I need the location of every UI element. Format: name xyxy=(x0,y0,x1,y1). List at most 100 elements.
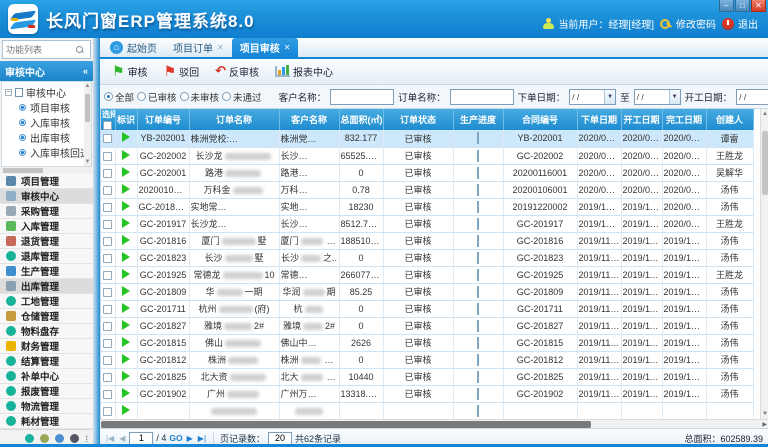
tree-expander-icon[interactable]: − xyxy=(5,89,12,96)
page-size-input[interactable] xyxy=(268,432,292,445)
column-header[interactable]: 生产进度 xyxy=(453,109,503,130)
grid-vertical-scrollbar[interactable]: ▲▼ xyxy=(760,109,768,419)
row-checkbox[interactable] xyxy=(103,152,112,161)
minimize-button[interactable]: – xyxy=(719,0,734,12)
sidebar-group-item[interactable]: 物流管理 xyxy=(0,399,93,414)
function-search-input[interactable] xyxy=(6,45,76,55)
tree-vertical-scrollbar[interactable]: ▲▼ xyxy=(84,82,91,166)
filter-radio[interactable]: 未审核 xyxy=(180,90,220,104)
column-header[interactable]: 订单编号 xyxy=(137,109,189,130)
sidebar-group-item[interactable]: 审核中心 xyxy=(0,189,93,204)
column-header[interactable]: 标识 xyxy=(115,109,137,130)
table-row[interactable]: GC-201917 长沙龙2# 长沙天.. 8512.78600.. 已审核 G… xyxy=(101,215,753,232)
go-button[interactable]: GO xyxy=(169,433,182,443)
close-tab-icon[interactable]: ✕ xyxy=(284,43,291,52)
tree-item[interactable]: 项目审核 xyxy=(5,100,91,115)
filter-radio[interactable]: 未通过 xyxy=(222,90,262,104)
person-icon[interactable] xyxy=(70,434,79,443)
table-row[interactable]: GC-201812 株洲 株洲未来 0 已审核 GC-201812 2019/1… xyxy=(101,351,753,368)
close-tab-icon[interactable]: ✕ xyxy=(217,43,224,52)
column-header[interactable]: 完工日期 xyxy=(662,109,706,130)
row-checkbox[interactable] xyxy=(103,186,112,195)
table-row[interactable]: GC-2018178 实地常栋 实地4#.. 18230 已审核 2019122… xyxy=(101,198,753,215)
row-checkbox[interactable] xyxy=(103,271,112,280)
toolbar-审核[interactable]: ⚑审核 xyxy=(106,62,154,81)
tree-item[interactable]: 入库审核回退 xyxy=(5,145,91,160)
order-date-from-input[interactable]: / /▼ xyxy=(569,89,616,105)
table-row[interactable]: GC-201711 杭州(府) 杭 0 已审核 GC-201711 2019/1… xyxy=(101,300,753,317)
sidebar-group-item[interactable]: 物料盘存 xyxy=(0,324,93,339)
row-checkbox[interactable] xyxy=(103,288,112,297)
sidebar-group-item[interactable]: 退库管理 xyxy=(0,249,93,264)
column-header[interactable]: 订单名称 xyxy=(189,109,279,130)
table-row[interactable]: GC-201816 厦门墅 厦门别墅 188510.818 已审核 GC-201… xyxy=(101,232,753,249)
table-row[interactable]: GC-201815 佛山 佛山中景南 2626 已审核 GC-201815 20… xyxy=(101,334,753,351)
sidebar-group-item[interactable]: 入库管理 xyxy=(0,219,93,234)
maximize-button[interactable]: □ xyxy=(735,0,750,12)
sidebar-group-item[interactable]: 报废管理 xyxy=(0,384,93,399)
table-row[interactable]: GC-201925 常德龙10 常德原.. 266077.835.. 已审核 G… xyxy=(101,266,753,283)
sidebar-group-item[interactable]: 财务管理 xyxy=(0,339,93,354)
toolbar-报表中心[interactable]: 报表中心 xyxy=(269,62,339,81)
filter-radio[interactable]: 全部 xyxy=(104,90,134,104)
function-search[interactable] xyxy=(2,40,91,59)
row-checkbox[interactable] xyxy=(103,339,112,348)
scrollbar-thumb[interactable] xyxy=(101,421,591,428)
next-page-button[interactable]: ▶ xyxy=(186,434,194,443)
row-checkbox[interactable] xyxy=(103,220,112,229)
sidebar-group-item[interactable]: 耗材管理 xyxy=(0,414,93,429)
column-header[interactable]: 订单状态 xyxy=(383,109,453,130)
tab-项目审核[interactable]: 项目审核✕ xyxy=(232,38,299,57)
filter-radio[interactable]: 已审核 xyxy=(137,90,177,104)
tab-项目订单[interactable]: 项目订单✕ xyxy=(165,38,232,57)
last-page-button[interactable]: ▶| xyxy=(197,434,207,443)
row-checkbox[interactable] xyxy=(103,134,112,143)
row-checkbox[interactable] xyxy=(103,373,112,382)
sidebar-group-item[interactable]: 结算管理 xyxy=(0,354,93,369)
leaf-icon[interactable] xyxy=(55,434,64,443)
scrollbar-thumb[interactable] xyxy=(762,131,768,195)
table-row[interactable]: GC-201827 雅境2# 雅境2# 0 已审核 GC-201827 2019… xyxy=(101,317,753,334)
table-row[interactable]: YB-202001 株洲党校: 株洲党见.. 832.177 已审核 YB-20… xyxy=(101,130,753,147)
page-number-input[interactable] xyxy=(129,432,153,445)
column-header[interactable]: 客户名称 xyxy=(279,109,339,130)
sidebar-group-item[interactable]: 生产管理 xyxy=(0,264,93,279)
cart-icon[interactable] xyxy=(40,434,49,443)
row-checkbox[interactable] xyxy=(103,356,112,365)
chevron-down-icon[interactable]: ▼ xyxy=(604,90,615,104)
column-header[interactable]: 创建人 xyxy=(706,109,753,130)
column-header[interactable]: 开工日期 xyxy=(621,109,662,130)
column-header[interactable]: 选择 xyxy=(101,109,115,130)
column-header[interactable]: 下单日期 xyxy=(577,109,621,130)
row-checkbox[interactable] xyxy=(103,203,112,212)
close-button[interactable]: ✕ xyxy=(751,0,766,12)
sidebar-group-item[interactable]: 退货管理 xyxy=(0,234,93,249)
grid-horizontal-scrollbar[interactable]: ▶ xyxy=(100,419,768,428)
first-page-button[interactable]: |◀ xyxy=(105,434,115,443)
sidebar-group-item[interactable]: 补单中心 xyxy=(0,369,93,384)
sidebar-group-item[interactable]: 仓储管理 xyxy=(0,309,93,324)
table-row[interactable]: GC-201902 广州 广州万森林 13318.775 已审核 GC-2019… xyxy=(101,385,753,402)
column-header[interactable]: 合同编号 xyxy=(503,109,577,130)
row-checkbox[interactable] xyxy=(103,254,112,263)
row-checkbox[interactable] xyxy=(103,322,112,331)
order-name-input[interactable] xyxy=(450,89,514,105)
dot-icon[interactable] xyxy=(25,434,34,443)
toolbar-驳回[interactable]: ⚑驳回 xyxy=(158,62,206,81)
tree-item[interactable]: 入库审核 xyxy=(5,115,91,130)
toolbar-反审核[interactable]: ↶反审核 xyxy=(209,62,265,81)
customer-name-input[interactable] xyxy=(330,89,394,105)
sidebar-group-item[interactable]: 项目管理 xyxy=(0,174,93,189)
row-checkbox[interactable] xyxy=(103,305,112,314)
table-row[interactable]: GC-201825 北大资 北大天.. 10440 已审核 GC-201825 … xyxy=(101,368,753,385)
change-password-button[interactable]: 修改密码 xyxy=(660,16,716,31)
row-checkbox[interactable] xyxy=(103,407,112,416)
column-header[interactable]: 总面积(㎡) xyxy=(339,109,383,130)
table-row[interactable]: GC-202001 路港 路港墙 0 已审核 20200116001 2020/… xyxy=(101,164,753,181)
row-checkbox[interactable] xyxy=(103,390,112,399)
prev-page-button[interactable]: ◀ xyxy=(118,434,126,443)
tree-item[interactable]: 出库审核 xyxy=(5,130,91,145)
nav-overflow-icon[interactable]: ⁞ xyxy=(85,434,87,444)
row-checkbox[interactable] xyxy=(103,237,112,246)
chevron-down-icon[interactable]: ▼ xyxy=(669,90,680,104)
